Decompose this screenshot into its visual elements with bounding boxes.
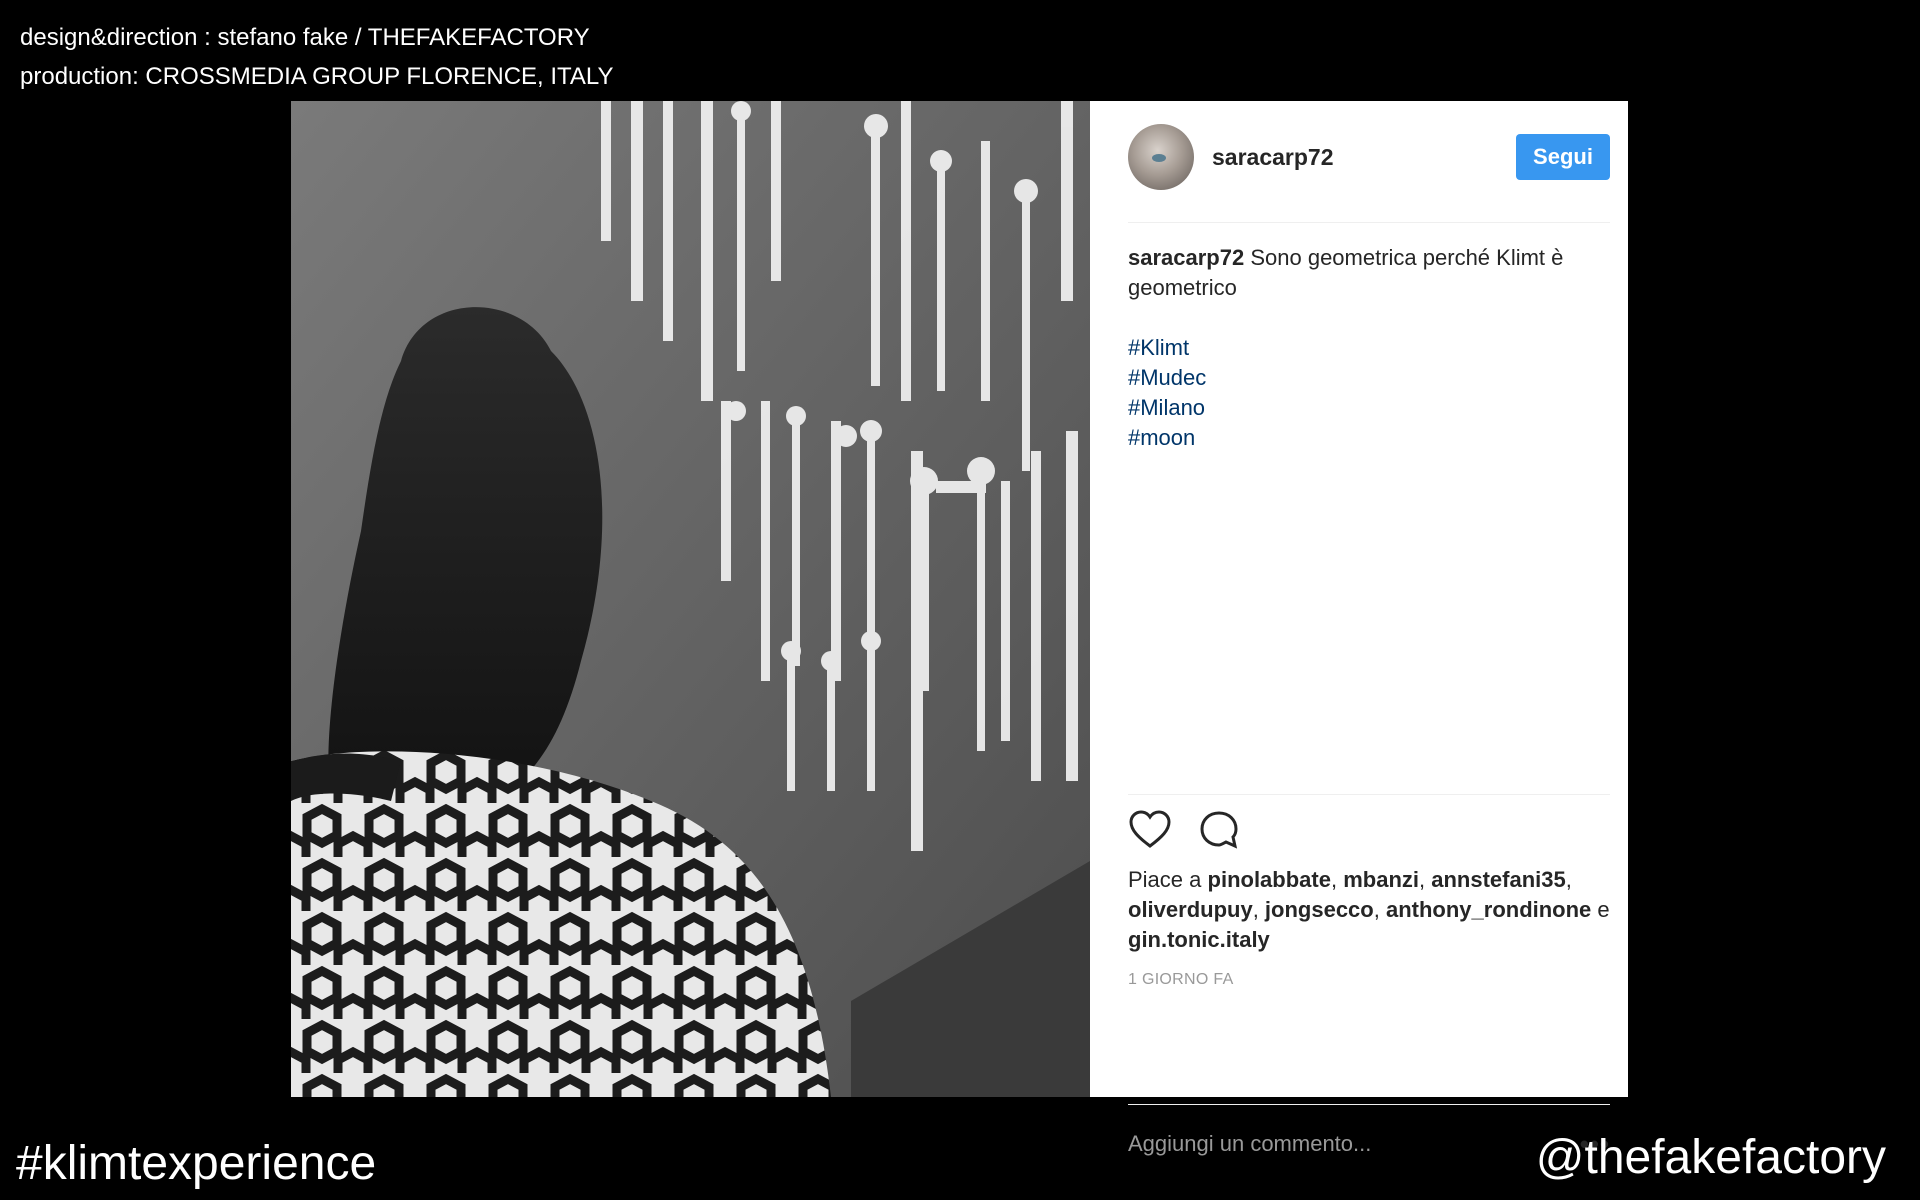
hashtag-list: #Klimt #Mudec #Milano #moon (1128, 333, 1618, 453)
liker-link[interactable]: mbanzi (1343, 867, 1419, 892)
post-caption: saracarp72 Sono geometrica perché Klimt … (1128, 243, 1618, 453)
comment-icon[interactable] (1198, 809, 1240, 849)
liker-link[interactable]: gin.tonic.italy (1128, 927, 1270, 952)
header-divider (1128, 222, 1610, 223)
comment-divider (1128, 1104, 1610, 1105)
likes-conjunction: e (1597, 897, 1610, 922)
likes-prefix: Piace a (1128, 867, 1202, 892)
comment-input[interactable] (1128, 1131, 1548, 1157)
caption-username[interactable]: saracarp72 (1128, 245, 1244, 270)
avatar[interactable] (1128, 124, 1194, 190)
post-photo[interactable] (291, 101, 1090, 1097)
footer-hashtag: #klimtexperience (16, 1137, 377, 1190)
follow-button[interactable]: Segui (1516, 134, 1610, 180)
heart-icon[interactable] (1128, 809, 1172, 849)
hashtag-klimt[interactable]: #Klimt (1128, 333, 1618, 363)
hashtag-milano[interactable]: #Milano (1128, 393, 1618, 423)
post-sidebar: saracarp72 Segui saracarp72 Sono geometr… (1090, 101, 1628, 1159)
likes-summary: Piace a pinolabbate, mbanzi, annstefani3… (1128, 867, 1610, 952)
post-timestamp[interactable]: 1 GIORNO FA (1128, 971, 1234, 989)
hashtag-moon[interactable]: #moon (1128, 423, 1618, 453)
hashtag-mudec[interactable]: #Mudec (1128, 363, 1618, 393)
instagram-post: saracarp72 Segui saracarp72 Sono geometr… (291, 101, 1628, 1159)
post-username[interactable]: saracarp72 (1212, 144, 1516, 171)
actions-divider (1128, 794, 1610, 795)
post-header: saracarp72 Segui (1128, 123, 1610, 191)
liker-link[interactable]: annstefani35 (1431, 867, 1566, 892)
liker-link[interactable]: oliverdupuy (1128, 897, 1253, 922)
liker-link[interactable]: pinolabbate (1208, 867, 1331, 892)
post-photo-image (291, 101, 1090, 1097)
credits: design&direction : stefano fake / THEFAK… (20, 18, 614, 96)
credits-production: production: CROSSMEDIA GROUP FLORENCE, I… (20, 63, 614, 90)
credits-direction: design&direction : stefano fake / THEFAK… (20, 24, 590, 51)
liker-link[interactable]: jongsecco (1265, 897, 1374, 922)
post-actions (1128, 809, 1240, 849)
footer-handle: @thefakefactory (1535, 1131, 1886, 1184)
liker-link[interactable]: anthony_rondinone (1386, 897, 1591, 922)
